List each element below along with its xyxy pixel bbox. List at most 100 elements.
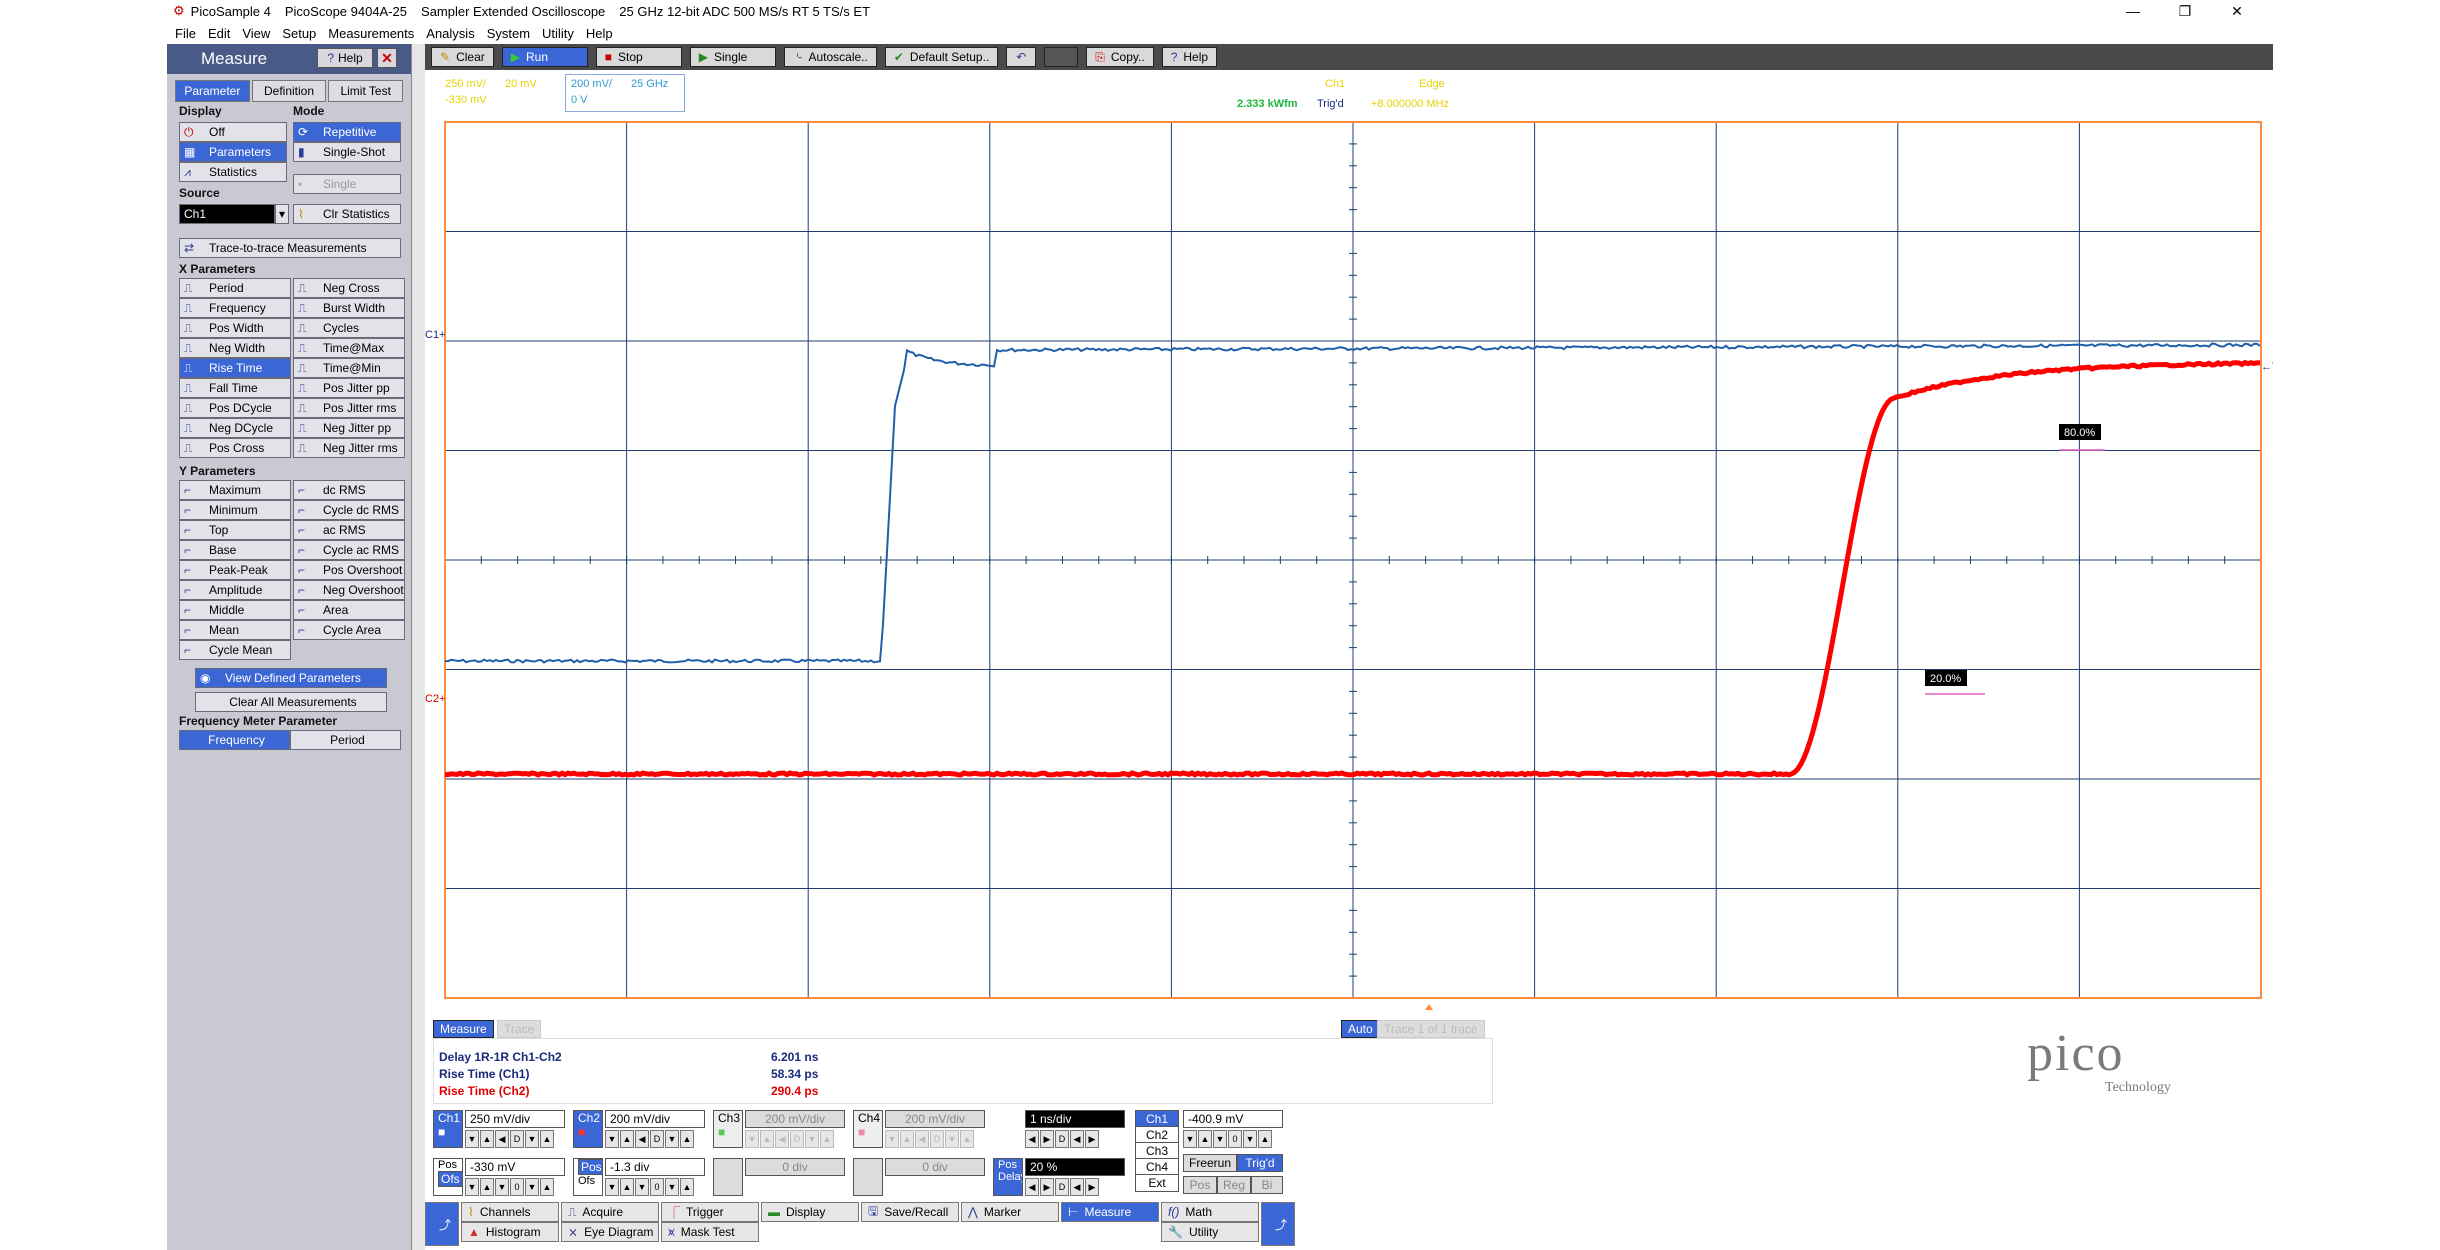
x-param-pos-cross-button[interactable]: ⎍ Pos Cross [179, 438, 291, 458]
auto-results-tab[interactable]: Auto [1341, 1020, 1380, 1038]
x-param-period-button[interactable]: ⎍ Period [179, 278, 291, 298]
up-icon[interactable]: ▲ [620, 1130, 634, 1148]
default-icon[interactable]: D [1055, 1178, 1069, 1196]
right-icon[interactable]: ▶ [1040, 1178, 1054, 1196]
single-button[interactable]: ▶ Single [689, 47, 776, 67]
ch4-scale-field[interactable]: 200 mV/div [885, 1110, 985, 1128]
panel-help-button[interactable]: ? Help [317, 48, 373, 68]
x-param-neg-jitter-pp-button[interactable]: ⎍ Neg Jitter pp [293, 418, 405, 438]
mode-single-button[interactable]: ▪ Single [293, 174, 401, 194]
trigger-level-arrows[interactable]: ▼ ▲ ▼ 0 ▼ ▲ [1183, 1130, 1272, 1148]
y-param-area-button[interactable]: ⌐ Area [293, 600, 405, 620]
delay-pos-button[interactable]: PosDelay [993, 1158, 1023, 1196]
x-param-pos-width-button[interactable]: ⎍ Pos Width [179, 318, 291, 338]
math-tab[interactable]: f() Math [1161, 1202, 1259, 1222]
measure-results-tab[interactable]: Measure [433, 1020, 494, 1038]
left-icon[interactable]: ◀ [1070, 1130, 1084, 1148]
tab-parameter[interactable]: Parameter [175, 80, 250, 102]
y-param-ac-rms-button[interactable]: ⌐ ac RMS [293, 520, 405, 540]
up-icon[interactable]: ▲ [480, 1178, 494, 1196]
run-button[interactable]: ▶ Run [501, 47, 588, 67]
x-param-neg-width-button[interactable]: ⎍ Neg Width [179, 338, 291, 358]
marker-tab[interactable]: ⋀ Marker [961, 1202, 1059, 1222]
measure-tab[interactable]: ⊢ Measure [1061, 1202, 1159, 1222]
clear-button[interactable]: ✎ Clear [431, 47, 494, 67]
ch1-scale-arrows[interactable]: ▼ ▲ ◀ D ▼ ▲ [465, 1130, 554, 1148]
y-param-maximum-button[interactable]: ⌐ Maximum [179, 480, 291, 500]
down-icon[interactable]: ▼ [635, 1178, 649, 1196]
y-param-pos-overshoot-button[interactable]: ⌐ Pos Overshoot [293, 560, 405, 580]
tab-limit-test[interactable]: Limit Test [328, 80, 404, 102]
timebase-field[interactable]: 1 ns/div [1025, 1110, 1125, 1128]
nav-forward-icon[interactable]: ⤴ [1261, 1202, 1295, 1246]
left-icon[interactable]: ◀ [495, 1130, 509, 1148]
menu-help[interactable]: Help [586, 26, 613, 41]
trigger-level-field[interactable]: -400.9 mV [1183, 1110, 1283, 1128]
left-icon[interactable]: ◀ [635, 1130, 649, 1148]
up-icon[interactable]: ▲ [480, 1130, 494, 1148]
display-tab[interactable]: ▬ Display [761, 1202, 859, 1222]
down-icon[interactable]: ▼ [605, 1130, 619, 1148]
ch2-pos-ofs-button[interactable]: Pos Ofs [573, 1158, 603, 1196]
down-icon[interactable]: ▼ [1213, 1130, 1227, 1148]
trigger-tab[interactable]: ⎾ Trigger [661, 1202, 759, 1222]
x-param-neg-dcycle-button[interactable]: ⎍ Neg DCycle [179, 418, 291, 438]
default-icon[interactable]: D [510, 1130, 524, 1148]
y-param-cycle-mean-button[interactable]: ⌐ Cycle Mean [179, 640, 291, 660]
panel-close-button[interactable]: ✕ [377, 48, 397, 68]
down-icon[interactable]: ▼ [465, 1178, 479, 1196]
utility-tab[interactable]: 🔧 Utility [1161, 1222, 1259, 1242]
trigd-button[interactable]: Trig'd [1237, 1154, 1283, 1172]
source-dropdown-icon[interactable]: ▾ [275, 204, 289, 224]
x-param-time-max-button[interactable]: ⎍ Time@Max [293, 338, 405, 358]
mode-single-shot-button[interactable]: ▮ Single-Shot [293, 142, 401, 162]
ch1-enable-button[interactable]: Ch1 ■ [433, 1110, 463, 1148]
down-icon[interactable]: ▼ [525, 1130, 539, 1148]
ch1-offset-arrows[interactable]: ▼ ▲ ▼ 0 ▼ ▲ [465, 1178, 554, 1196]
x-param-time-min-button[interactable]: ⎍ Time@Min [293, 358, 405, 378]
menu-setup[interactable]: Setup [282, 26, 316, 41]
display-statistics-button[interactable]: ⩘ Statistics [179, 162, 287, 182]
tab-definition[interactable]: Definition [251, 80, 327, 102]
menu-file[interactable]: File [175, 26, 196, 41]
x-param-fall-time-button[interactable]: ⎍ Fall Time [179, 378, 291, 398]
ch2-offset-field[interactable]: -1.3 div [605, 1158, 705, 1176]
menu-analysis[interactable]: Analysis [426, 26, 474, 41]
x-param-burst-width-button[interactable]: ⎍ Burst Width [293, 298, 405, 318]
display-off-button[interactable]: ⏻ Off [179, 122, 287, 142]
down-icon[interactable]: ▼ [605, 1178, 619, 1196]
y-param-middle-button[interactable]: ⌐ Middle [179, 600, 291, 620]
left-icon[interactable]: ◀ [1025, 1130, 1039, 1148]
minimize-button[interactable]: — [2107, 0, 2159, 22]
up-icon[interactable]: ▲ [540, 1130, 554, 1148]
x-param-frequency-button[interactable]: ⎍ Frequency [179, 298, 291, 318]
ch3-enable-button[interactable]: Ch3 ■ [713, 1110, 743, 1148]
acquire-tab[interactable]: ⎍ Acquire [561, 1202, 659, 1222]
restore-button[interactable]: ❐ [2159, 0, 2211, 22]
y-param-top-button[interactable]: ⌐ Top [179, 520, 291, 540]
blank-toolbar-button[interactable] [1044, 47, 1079, 67]
y-param-cycle-ac-rms-button[interactable]: ⌐ Cycle ac RMS [293, 540, 405, 560]
clr-statistics-button[interactable]: ⌇ Clr Statistics [293, 204, 401, 224]
ch2-scale-arrows[interactable]: ▼ ▲ ◀ D ▼ ▲ [605, 1130, 694, 1148]
down-icon[interactable]: ▼ [495, 1178, 509, 1196]
eye-diagram-tab[interactable]: ⨯ Eye Diagram [561, 1222, 659, 1242]
ch1-offset-field[interactable]: -330 mV [465, 1158, 565, 1176]
up-icon[interactable]: ▲ [1258, 1130, 1272, 1148]
down-icon[interactable]: ▼ [665, 1130, 679, 1148]
toolbar-help-button[interactable]: ? Help [1161, 47, 1218, 67]
menu-view[interactable]: View [242, 26, 270, 41]
save-recall-tab[interactable]: 🖫 Save/Recall [861, 1202, 959, 1222]
mask-test-tab[interactable]: ⩙ Mask Test [661, 1222, 759, 1242]
ch1-pos-ofs-button[interactable]: Pos Ofs [433, 1158, 463, 1196]
close-window-button[interactable]: ✕ [2211, 0, 2263, 22]
menu-measurements[interactable]: Measurements [328, 26, 414, 41]
right-icon[interactable]: ▶ [1085, 1178, 1099, 1196]
ch2-scale-field[interactable]: 200 mV/div [605, 1110, 705, 1128]
down-icon[interactable]: ▼ [465, 1130, 479, 1148]
ch2-offset-arrows[interactable]: ▼ ▲ ▼ 0 ▼ ▲ [605, 1178, 694, 1196]
ch4-enable-button[interactable]: Ch4 ■ [853, 1110, 883, 1148]
down-icon[interactable]: ▼ [1183, 1130, 1197, 1148]
up-icon[interactable]: ▲ [620, 1178, 634, 1196]
right-icon[interactable]: ▶ [1040, 1130, 1054, 1148]
